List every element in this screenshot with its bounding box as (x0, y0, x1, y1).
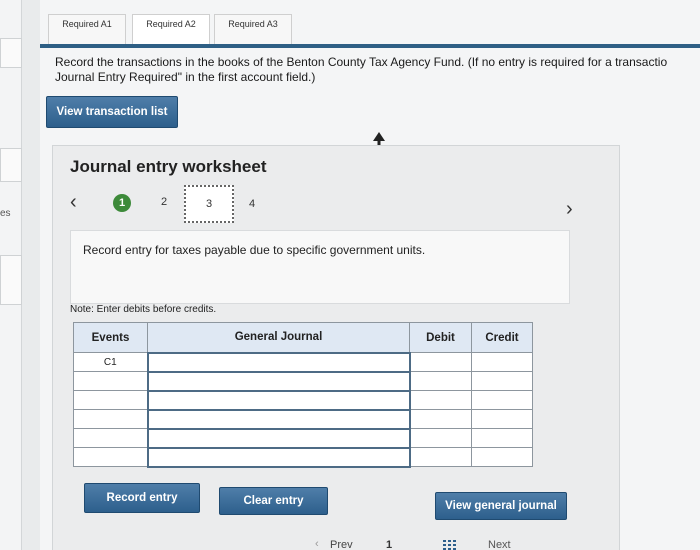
account-input[interactable] (146, 389, 411, 411)
debit-input[interactable] (409, 371, 472, 391)
event-cell (73, 447, 148, 467)
prev-page-button[interactable]: Prev (330, 539, 353, 550)
event-cell: C1 (73, 352, 148, 372)
view-general-journal-button[interactable]: View general journal (435, 492, 567, 520)
account-input[interactable] (146, 408, 411, 430)
instructions-text: Record the transactions in the books of … (55, 55, 700, 85)
journal-table: Events General Journal Debit Credit C1 (73, 322, 533, 468)
credit-input[interactable] (471, 428, 533, 448)
main-content: Required A1 Required A2 Required A3 Reco… (40, 0, 700, 550)
left-side-panel: es (0, 0, 22, 550)
account-input[interactable] (146, 446, 411, 468)
record-entry-button[interactable]: Record entry (84, 483, 200, 513)
tab-label: Required A1 (62, 19, 112, 29)
account-input[interactable] (146, 427, 411, 449)
tab-required-a1[interactable]: Required A1 (48, 14, 126, 44)
account-input[interactable] (146, 351, 411, 373)
table-row (73, 427, 533, 449)
column-header-debit: Debit (409, 322, 472, 353)
debit-input[interactable] (409, 447, 472, 467)
event-cell (73, 409, 148, 429)
side-panel-box (0, 255, 22, 305)
entry-description-box: Record entry for taxes payable due to sp… (70, 230, 570, 304)
debit-input[interactable] (409, 390, 472, 410)
journal-entry-worksheet: Journal entry worksheet ‹ 1 2 3 4 › Reco… (52, 145, 620, 550)
event-cell (73, 371, 148, 391)
table-row (73, 408, 533, 430)
event-cell (73, 390, 148, 410)
grid-icon[interactable] (443, 540, 457, 550)
column-header-general-journal: General Journal (147, 322, 410, 353)
chevron-left-icon[interactable]: ‹ (315, 538, 319, 550)
table-header-row: Events General Journal Debit Credit (73, 322, 533, 353)
step-2[interactable]: 2 (161, 196, 167, 208)
instructions-line-1: Record the transactions in the books of … (55, 55, 668, 69)
step-3-current[interactable]: 3 (184, 185, 234, 223)
credit-input[interactable] (471, 371, 533, 391)
side-panel-text: es (0, 208, 11, 219)
credit-input[interactable] (471, 409, 533, 429)
instructions-line-2: Journal Entry Required" in the first acc… (55, 70, 316, 84)
table-row (73, 370, 533, 392)
credit-input[interactable] (471, 447, 533, 467)
credit-input[interactable] (471, 352, 533, 372)
step-4[interactable]: 4 (249, 198, 255, 210)
table-row (73, 446, 533, 468)
tab-label: Required A3 (228, 19, 278, 29)
debit-input[interactable] (409, 409, 472, 429)
account-input[interactable] (146, 370, 411, 392)
side-panel-box (0, 148, 22, 182)
debit-credit-note: Note: Enter debits before credits. (70, 304, 217, 315)
chevron-right-icon[interactable]: › (566, 198, 573, 221)
next-page-button[interactable]: Next (488, 539, 511, 550)
chevron-left-icon[interactable]: ‹ (70, 191, 77, 214)
debit-input[interactable] (409, 352, 472, 372)
column-header-credit: Credit (471, 322, 533, 353)
event-cell (73, 428, 148, 448)
tab-required-a3[interactable]: Required A3 (214, 14, 292, 44)
entry-description: Record entry for taxes payable due to sp… (83, 243, 426, 257)
credit-input[interactable] (471, 390, 533, 410)
table-row (73, 389, 533, 411)
clear-entry-button[interactable]: Clear entry (219, 487, 328, 515)
view-transaction-list-button[interactable]: View transaction list (46, 96, 178, 128)
side-panel-box (0, 38, 22, 68)
step-1-completed[interactable]: 1 (113, 194, 131, 212)
column-header-events: Events (73, 322, 148, 353)
worksheet-title: Journal entry worksheet (70, 157, 267, 176)
tab-label: Required A2 (146, 19, 196, 29)
tab-divider-line (40, 44, 700, 48)
page-indicator: 1 of 4 (386, 539, 393, 550)
tab-required-a2[interactable]: Required A2 (132, 14, 210, 44)
table-row: C1 (73, 351, 533, 373)
debit-input[interactable] (409, 428, 472, 448)
